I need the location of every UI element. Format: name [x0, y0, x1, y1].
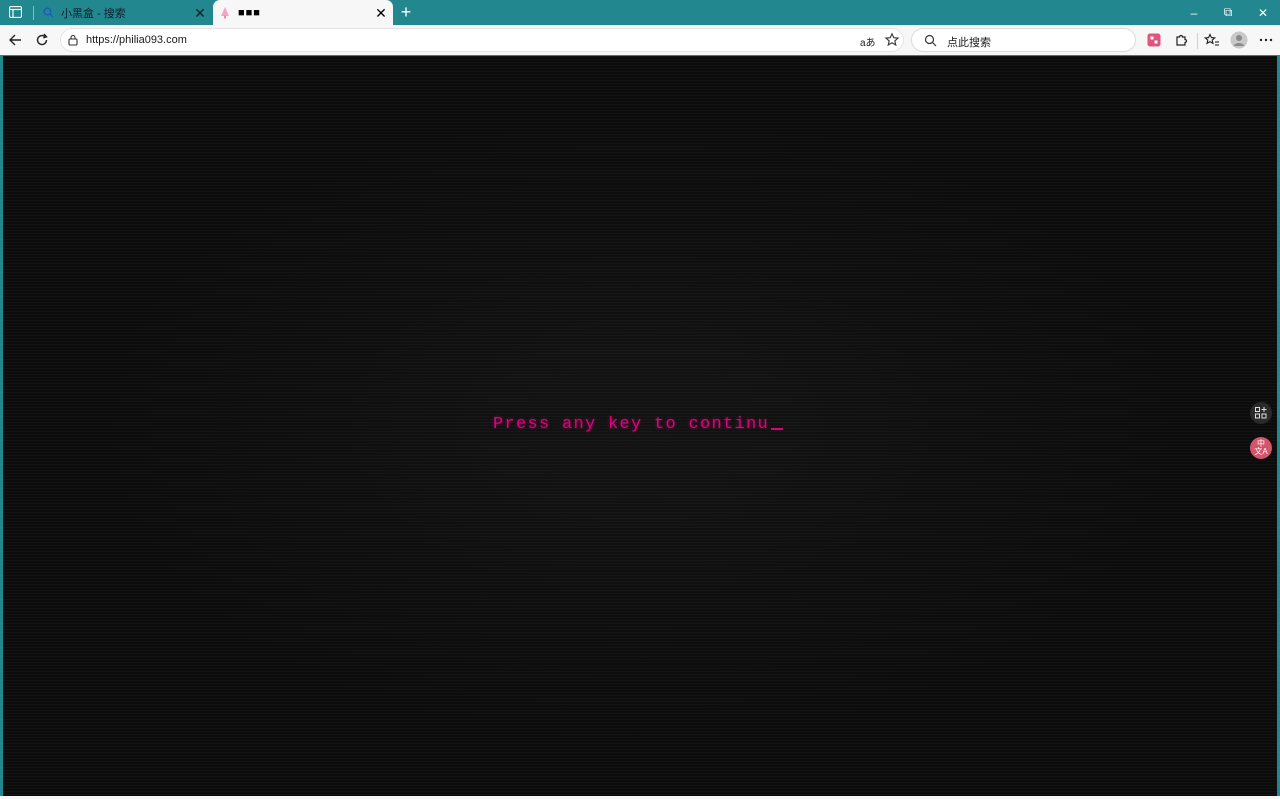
tab-separator: [33, 6, 34, 20]
tab-search[interactable]: 小黑盒 - 搜索 ✕: [36, 0, 212, 25]
minimize-button[interactable]: –: [1177, 0, 1211, 25]
read-aloud-button[interactable]: aあ: [860, 34, 876, 49]
puzzle-icon: [1176, 34, 1188, 46]
url-text[interactable]: https://philia093.com: [86, 34, 187, 46]
translate-label: 中文A: [1254, 439, 1268, 456]
browser-toolbar: https://philia093.com aあ 点此搜索: [0, 25, 1280, 55]
tab-title: 小黑盒 - 搜索: [61, 7, 126, 20]
pink-extension-icon: [1147, 33, 1161, 47]
address-bar[interactable]: https://philia093.com aあ: [60, 28, 904, 52]
back-arrow-icon: [9, 34, 21, 46]
profile-button[interactable]: [1229, 30, 1249, 50]
close-window-button[interactable]: ✕: [1246, 0, 1280, 25]
tab-title: ■■■: [238, 6, 261, 19]
lock-icon: [68, 34, 78, 46]
page-viewport[interactable]: Press any key to continu: [3, 56, 1277, 796]
tab-strip: 小黑盒 - 搜索 ✕ ■■■ ✕ + – ⧉ ✕: [0, 0, 1280, 25]
favorites-list-icon: [1204, 33, 1219, 46]
search-placeholder: 点此搜索: [947, 37, 991, 49]
restore-button[interactable]: ⧉: [1211, 0, 1245, 25]
terminal-prompt: Press any key to continu: [493, 415, 784, 434]
search-box[interactable]: 点此搜索: [911, 28, 1136, 52]
refresh-button[interactable]: [32, 30, 52, 50]
blinking-cursor: [771, 428, 784, 430]
apps-grid-icon: [1255, 407, 1267, 419]
favorites-button[interactable]: [1202, 30, 1222, 50]
side-apps-button[interactable]: [1250, 402, 1272, 424]
tab-close-button[interactable]: ✕: [192, 5, 208, 21]
extensions-button[interactable]: [1171, 30, 1191, 50]
pink-tree-icon: [218, 6, 232, 20]
back-button[interactable]: [5, 30, 25, 50]
avatar-icon: [1230, 31, 1248, 49]
extension-button[interactable]: [1144, 30, 1164, 50]
tab-active[interactable]: ■■■ ✕: [213, 0, 393, 25]
more-menu-button[interactable]: [1256, 30, 1276, 50]
toolbar-divider: [1197, 33, 1198, 49]
tab-actions-icon: [8, 6, 22, 18]
new-tab-button[interactable]: +: [396, 2, 416, 22]
translate-button[interactable]: 中文A: [1250, 437, 1272, 459]
favorite-star-icon[interactable]: [884, 32, 900, 48]
prompt-text: Press any key to continu: [493, 415, 770, 434]
tab-actions-button[interactable]: [6, 4, 24, 20]
ellipsis-icon: [1259, 38, 1273, 42]
search-icon: [41, 6, 55, 20]
refresh-icon: [36, 33, 48, 46]
search-icon: [924, 34, 937, 47]
tab-close-button[interactable]: ✕: [373, 5, 389, 21]
